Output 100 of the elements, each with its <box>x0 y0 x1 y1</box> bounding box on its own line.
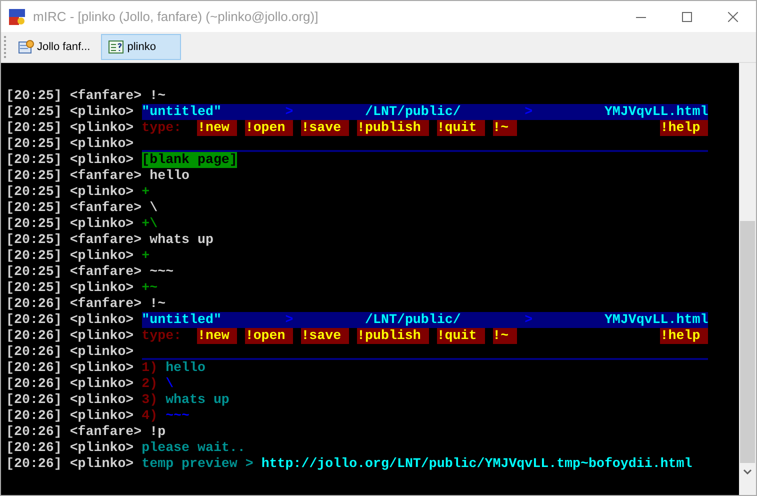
grip-icon <box>4 36 7 58</box>
nickname: <plinko> <box>70 136 134 152</box>
message-text: !~ <box>150 296 166 312</box>
timestamp: [20:25] <box>6 216 62 232</box>
timestamp: [20:25] <box>6 136 62 152</box>
scrollbar[interactable] <box>739 63 756 495</box>
nickname: <plinko> <box>70 376 134 392</box>
command-label: !open <box>245 328 294 344</box>
close-icon <box>728 12 738 22</box>
nickname: <plinko> <box>70 408 134 424</box>
nickname: <plinko> <box>70 328 134 344</box>
help-command-label: !help <box>660 328 708 344</box>
message-text: + <box>142 184 150 200</box>
timestamp: [20:26] <box>6 376 62 392</box>
separator-text: > <box>285 312 294 328</box>
window-title: mIRC - [plinko (Jollo, fanfare) (~plinko@jollo.org)] <box>33 8 318 26</box>
timestamp: [20:26] <box>6 328 62 344</box>
command-label: !new <box>197 120 238 136</box>
item-number: 1) <box>142 360 158 376</box>
type-label: type: <box>142 328 183 344</box>
nickname: <plinko> <box>70 360 134 376</box>
window-tab[interactable]: plinko <box>101 34 182 60</box>
document-title: "untitled" <box>142 104 222 120</box>
separator-text: > <box>524 104 533 120</box>
blank-page-badge: [blank page] <box>142 152 238 168</box>
command-label: !save <box>301 120 350 136</box>
nickname: <plinko> <box>70 456 134 472</box>
preview-link[interactable]: http://jollo.org/LNT/public/YMJVqvLL.tmp~bofoydii.html <box>261 456 692 472</box>
item-text: hello <box>166 360 206 376</box>
scrollbar-thumb[interactable] <box>740 221 755 463</box>
type-label: type: <box>142 120 183 136</box>
nickname: <plinko> <box>70 280 134 296</box>
command-label: !save <box>301 328 350 344</box>
message-text: +~ <box>142 280 158 296</box>
nickname: <plinko> <box>70 344 134 360</box>
nickname: <fanfare> <box>70 200 142 216</box>
nickname: <fanfare> <box>70 232 142 248</box>
item-text: \ <box>166 376 174 392</box>
command-label: !publish <box>357 120 429 136</box>
message-text: whats up <box>150 232 214 248</box>
item-number: 2) <box>142 376 158 392</box>
command-label: !~ <box>492 120 517 136</box>
message-text: !~ <box>150 88 166 104</box>
message-text: hello <box>150 168 190 184</box>
item-text: whats up <box>166 392 230 408</box>
message-text: ~~~ <box>150 264 174 280</box>
help-command-label: !help <box>660 120 708 136</box>
timestamp: [20:25] <box>6 184 62 200</box>
maximize-icon <box>682 12 692 22</box>
command-label: !~ <box>492 328 517 344</box>
query-window-icon <box>108 39 124 55</box>
nickname: <fanfare> <box>70 424 142 440</box>
message-text: !p <box>150 424 166 440</box>
timestamp: [20:26] <box>6 296 62 312</box>
nickname: <plinko> <box>70 152 134 168</box>
timestamp: [20:25] <box>6 264 62 280</box>
item-text: ~~~ <box>166 408 190 424</box>
timestamp: [20:25] <box>6 88 62 104</box>
path-text: /LNT/public/ <box>365 104 462 120</box>
command-label: !open <box>245 120 294 136</box>
nickname: <plinko> <box>70 312 134 328</box>
message-text: \ <box>150 200 158 216</box>
scroll-down-icon[interactable] <box>743 469 752 475</box>
nickname: <plinko> <box>70 216 134 232</box>
window-tab[interactable]: Jollo fanf... <box>11 34 98 60</box>
nickname: <fanfare> <box>70 88 142 104</box>
timestamp: [20:25] <box>6 120 62 136</box>
timestamp: [20:26] <box>6 456 62 472</box>
nickname: <plinko> <box>70 440 134 456</box>
file-name: YMJVqvLL.html <box>604 312 708 328</box>
timestamp: [20:26] <box>6 424 62 440</box>
nickname: <fanfare> <box>70 168 142 184</box>
nickname: <plinko> <box>70 248 134 264</box>
command-label: !quit <box>436 328 485 344</box>
separator-text: > <box>524 312 533 328</box>
nickname: <plinko> <box>70 104 134 120</box>
timestamp: [20:25] <box>6 200 62 216</box>
app-logo-icon <box>9 8 25 24</box>
timestamp: [20:25] <box>6 168 62 184</box>
timestamp: [20:25] <box>6 104 62 120</box>
nickname: <fanfare> <box>70 296 142 312</box>
command-label: !publish <box>357 328 429 344</box>
item-number: 4) <box>142 408 158 424</box>
timestamp: [20:26] <box>6 408 62 424</box>
timestamp: [20:26] <box>6 360 62 376</box>
document-title: "untitled" <box>142 312 222 328</box>
timestamp: [20:25] <box>6 280 62 296</box>
chat-window-icon <box>18 39 34 55</box>
command-label: !quit <box>436 120 485 136</box>
separator-text: > <box>285 104 294 120</box>
message-text: + <box>142 248 150 264</box>
message-text: please wait.. <box>142 440 246 456</box>
item-number: 3) <box>142 392 158 408</box>
timestamp: [20:25] <box>6 248 62 264</box>
nickname: <plinko> <box>70 184 134 200</box>
path-text: /LNT/public/ <box>365 312 462 328</box>
file-name: YMJVqvLL.html <box>604 104 708 120</box>
nickname: <plinko> <box>70 120 134 136</box>
command-label: !new <box>197 328 238 344</box>
timestamp: [20:25] <box>6 152 62 168</box>
